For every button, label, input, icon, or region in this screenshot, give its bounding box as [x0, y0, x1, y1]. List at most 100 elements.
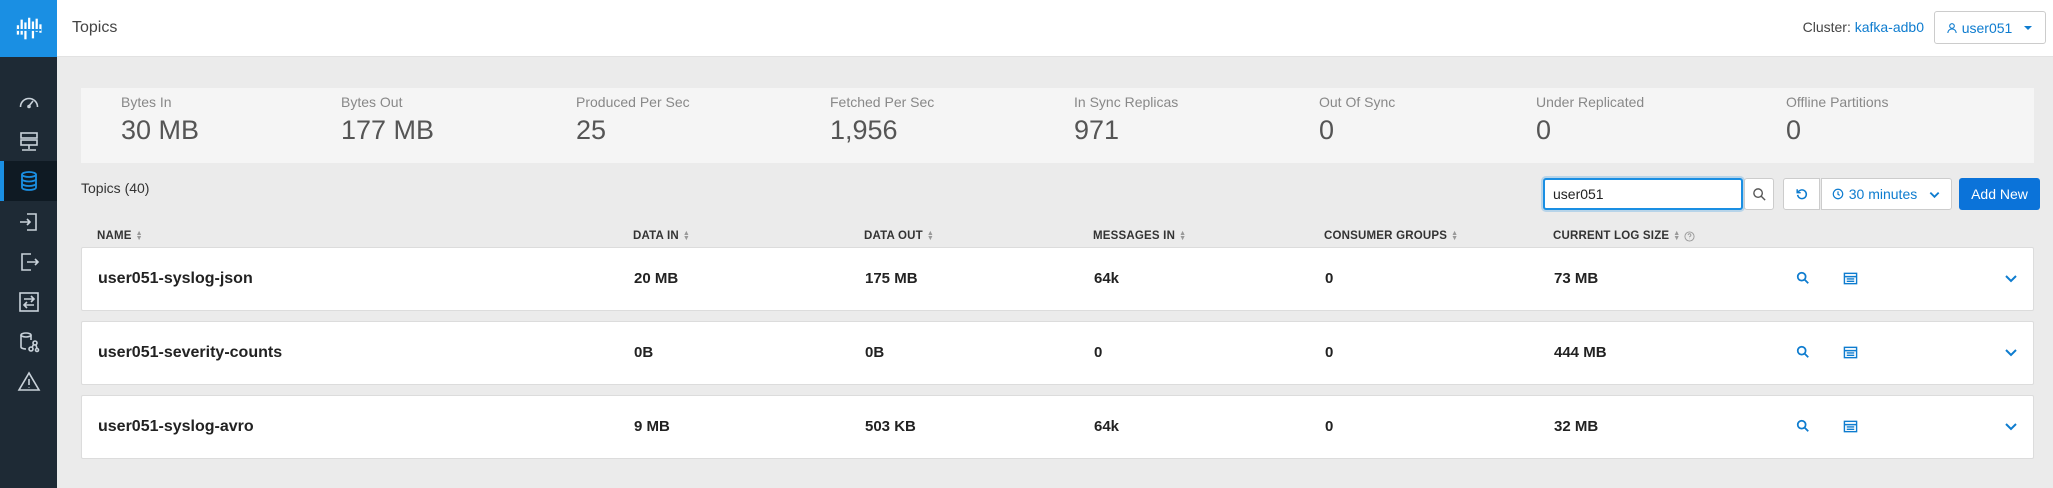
stat-value: 0 [1786, 115, 1802, 145]
sidebar-item-alerts[interactable] [0, 362, 57, 402]
topic-name[interactable]: user051-syslog-json [98, 270, 253, 288]
data-in-value: 20 MB [634, 270, 679, 287]
column-label: CURRENT LOG SIZE [1553, 230, 1670, 242]
stat-label: Bytes Out [341, 94, 403, 110]
sort-icon: ▲ ▼ [1179, 230, 1187, 242]
column-header-messages-in[interactable]: MESSAGES IN ▲ ▼ [1093, 230, 1186, 242]
column-label: DATA IN [633, 230, 679, 242]
search-button[interactable] [1744, 178, 1774, 210]
schema-table-icon [1843, 346, 1857, 358]
expand-row-button[interactable] [2002, 417, 2020, 435]
app-logo[interactable] [0, 0, 57, 57]
schema-table-icon [1843, 272, 1857, 284]
stat-label: Under Replicated [1536, 94, 1645, 110]
topics-count: Topics (40) [81, 180, 150, 196]
log-size-value: 73 MB [1554, 270, 1599, 287]
stat-label: Bytes In [121, 94, 172, 110]
sidebar-item-connect[interactable] [0, 322, 57, 362]
stat-value: 971 [1074, 115, 1120, 145]
schema-button[interactable] [1841, 417, 1859, 435]
column-label: DATA OUT [864, 230, 923, 242]
stat-label: In Sync Replicas [1074, 94, 1179, 110]
user-icon [1946, 22, 1957, 33]
dashboard-gauge-icon [19, 97, 38, 109]
alerts-warning-icon [17, 371, 40, 391]
column-header-name[interactable]: NAME ▲ ▼ [97, 230, 143, 242]
log-size-value: 444 MB [1554, 344, 1607, 361]
stat-value: 0 [1319, 115, 1335, 145]
sidebar-item-consumers[interactable] [0, 242, 57, 282]
sidebar-item-topics[interactable] [0, 161, 57, 201]
stat-label: Produced Per Sec [576, 94, 690, 110]
search-icon [1796, 345, 1809, 358]
time-range-dropdown[interactable]: 30 minutes [1821, 178, 1952, 210]
data-out-value: 175 MB [865, 270, 918, 287]
replication-icon [18, 292, 39, 312]
brokers-icon [19, 132, 38, 151]
schema-button[interactable] [1841, 343, 1859, 361]
refresh-button[interactable] [1783, 178, 1820, 210]
schema-button[interactable] [1841, 269, 1859, 287]
stat-value: 30 MB [121, 115, 200, 145]
stats-summary: Bytes In 30 MB Bytes Out 177 MB Produced… [81, 88, 2034, 163]
table-row[interactable]: user051-syslog-avro 9 MB 503 KB 64k 0 32… [81, 395, 2034, 459]
table-row[interactable]: user051-syslog-json 20 MB 175 MB 64k 0 7… [81, 247, 2034, 311]
sidebar-item-producers[interactable] [0, 202, 57, 242]
stat-value: 25 [576, 115, 607, 145]
refresh-icon [1795, 189, 1807, 200]
cluster-link[interactable]: kafka-adb0 [1855, 19, 1924, 35]
chevron-down-icon [1929, 191, 1940, 198]
search-messages-button[interactable] [1794, 343, 1812, 361]
sort-icon: ▲ ▼ [1673, 230, 1681, 242]
consumer-groups-value: 0 [1325, 344, 1334, 361]
sidebar-item-replication[interactable] [0, 282, 57, 322]
help-icon[interactable] [1684, 230, 1695, 242]
search-messages-button[interactable] [1794, 269, 1812, 287]
log-size-value: 32 MB [1554, 418, 1599, 435]
logo-icon [16, 17, 42, 39]
top-header: Topics Cluster: kafka-adb0 user051 [57, 0, 2053, 57]
column-header-log-size[interactable]: CURRENT LOG SIZE ▲ ▼ [1553, 230, 1695, 242]
user-menu-button[interactable]: user051 [1934, 11, 2046, 44]
expand-row-button[interactable] [2002, 343, 2020, 361]
column-header-data-out[interactable]: DATA OUT ▲ ▼ [864, 230, 934, 242]
data-in-value: 0B [634, 344, 654, 361]
cluster-label: Cluster: [1802, 19, 1851, 35]
add-new-button[interactable]: Add New [1959, 178, 2040, 210]
messages-in-value: 64k [1094, 270, 1120, 287]
sort-icon: ▲ ▼ [1451, 230, 1459, 242]
stat-label: Fetched Per Sec [830, 94, 935, 110]
stat-value: 1,956 [830, 115, 898, 145]
column-header-consumer-groups[interactable]: CONSUMER GROUPS ▲ ▼ [1324, 230, 1458, 242]
data-in-value: 9 MB [634, 418, 670, 435]
topics-database-icon [20, 171, 37, 191]
cluster-indicator: Cluster: kafka-adb0 [1803, 19, 1924, 35]
schema-table-icon [1843, 420, 1857, 432]
consumer-groups-value: 0 [1325, 418, 1334, 435]
sort-icon: ▲ ▼ [926, 230, 935, 242]
consumer-groups-value: 0 [1325, 270, 1334, 287]
sidebar [0, 0, 57, 488]
expand-row-button[interactable] [2002, 269, 2020, 287]
stat-value: 177 MB [341, 115, 435, 145]
connect-icon [19, 332, 39, 353]
chevron-down-icon [2005, 275, 2017, 283]
topic-name[interactable]: user051-syslog-avro [98, 418, 254, 436]
sidebar-item-brokers[interactable] [0, 122, 57, 162]
page-title: Topics [72, 19, 118, 36]
topic-name[interactable]: user051-severity-counts [98, 344, 282, 362]
column-label: MESSAGES IN [1093, 230, 1176, 242]
messages-in-value: 64k [1094, 418, 1120, 435]
stat-value: 0 [1536, 115, 1552, 145]
sidebar-item-dashboard[interactable] [0, 82, 57, 122]
search-input[interactable] [1543, 178, 1743, 210]
search-icon [1752, 187, 1766, 201]
column-header-data-in[interactable]: DATA IN ▲ ▼ [633, 230, 690, 242]
search-messages-button[interactable] [1794, 417, 1812, 435]
chevron-down-icon [2005, 349, 2017, 357]
messages-in-value: 0 [1094, 344, 1103, 361]
search-icon [1796, 271, 1809, 284]
stat-label: Out Of Sync [1319, 94, 1396, 110]
search-icon [1796, 419, 1809, 432]
table-row[interactable]: user051-severity-counts 0B 0B 0 0 444 MB [81, 321, 2034, 385]
